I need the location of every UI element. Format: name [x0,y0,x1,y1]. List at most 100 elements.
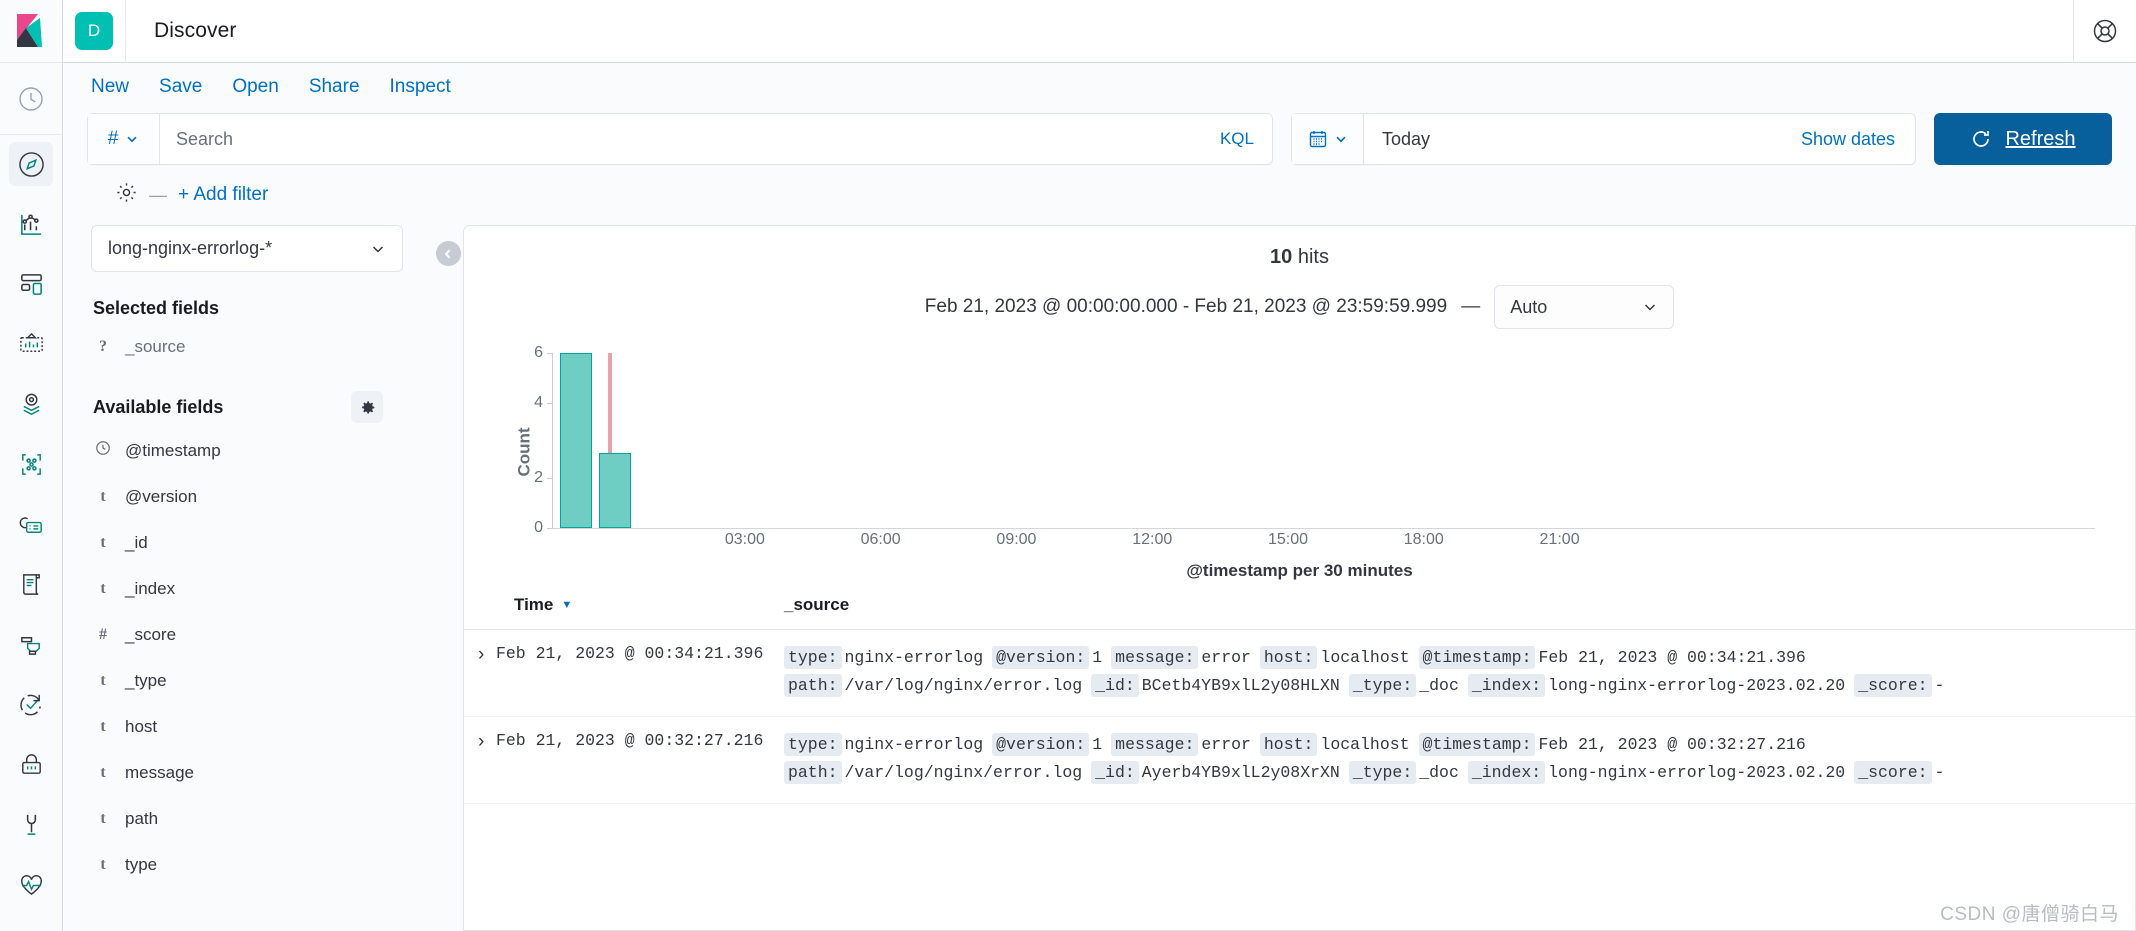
sidebar-item-uptime[interactable] [9,682,53,726]
field-key: _type: [1349,761,1416,784]
column-header-time[interactable]: Time ▼ [464,595,784,615]
date-picker: Today Show dates [1291,113,1916,165]
time-range-row: Feb 21, 2023 @ 00:00:00.000 - Feb 21, 20… [464,285,2135,329]
menu-item-inspect[interactable]: Inspect [390,76,451,98]
field-value: _doc [1419,676,1459,695]
field-item-path[interactable]: t path [91,800,409,837]
sidebar-item-metrics[interactable] [9,502,53,546]
menu-item-share[interactable]: Share [309,76,360,98]
field-key: @version: [992,733,1089,756]
field-value: Feb 21, 2023 @ 00:34:21.396 [1538,648,1805,667]
field-key: type: [784,733,842,756]
doc-table-wrapper: Time ▼ _source › Feb 21, 2023 @ 00:34:21… [464,581,2135,930]
table-row[interactable]: › Feb 21, 2023 @ 00:34:21.396 type:nginx… [464,630,2135,717]
show-dates-button[interactable]: Show dates [1781,129,1915,150]
sidebar-item-discover[interactable] [9,142,53,186]
source-line: type:nginx-errorlog@version:1message:err… [784,731,2135,759]
y-tick: 2 [534,469,553,487]
chart-area: Count 6 4 2 0 03:00 [504,347,2095,557]
sidebar-item-maps[interactable] [9,382,53,426]
menu-item-save[interactable]: Save [159,76,202,98]
query-prefix-button[interactable]: # [88,114,160,164]
query-language-button[interactable]: KQL [1202,129,1272,149]
field-sidebar: long-nginx-errorlog-* Selected fields ? … [63,225,433,931]
index-pattern-select[interactable]: long-nginx-errorlog-* [91,225,403,272]
field-item-index[interactable]: t _index [91,570,409,607]
field-key: @timestamp: [1419,733,1536,756]
date-range-value[interactable]: Today [1364,129,1781,150]
field-name: _id [125,533,148,553]
hits-count: 10 [1270,246,1292,268]
chevron-down-icon [1642,299,1658,315]
field-key: _id: [1091,761,1139,784]
sidebar-item-visualize[interactable] [9,202,53,246]
filter-separator: — [149,185,167,206]
sidebar-item-canvas[interactable] [9,322,53,366]
hash-icon: # [108,128,119,150]
field-item-type[interactable]: t type [91,846,409,883]
sidebar-item-recently-viewed[interactable] [0,63,63,135]
field-key: _index: [1468,674,1545,697]
sidebar-item-security[interactable] [9,742,53,786]
chevron-left-circle-icon[interactable] [436,241,461,266]
available-fields-heading: Available fields [93,391,383,423]
chevron-right-icon[interactable]: › [464,731,496,787]
row-source: type:nginx-errorlog@version:1message:err… [784,731,2135,787]
sidebar-item-machine-learning[interactable] [9,442,53,486]
menu-item-open[interactable]: Open [232,76,278,98]
field-value: error [1201,648,1251,667]
hits-label: hits [1298,246,1329,268]
field-type-icon: t [95,856,111,874]
chart-bar[interactable] [599,453,631,528]
histogram-chart: Count 6 4 2 0 03:00 [464,329,2135,581]
field-name: _source [125,337,185,357]
field-item-version[interactable]: t @version [91,478,409,515]
column-header-source[interactable]: _source [784,595,849,615]
sidebar-item-apm[interactable] [9,622,53,666]
field-item-timestamp[interactable]: @timestamp [91,432,409,469]
sidebar-item-dev-tools[interactable] [9,802,53,846]
field-item-message[interactable]: t message [91,754,409,791]
refresh-button[interactable]: Refresh [1934,113,2112,165]
add-filter-button[interactable]: + Add filter [178,184,268,206]
field-item-host[interactable]: t host [91,708,409,745]
kibana-logo-icon[interactable] [0,0,63,63]
sidebar-item-dashboard[interactable] [9,262,53,306]
range-dash: — [1461,296,1480,318]
field-value: localhost [1320,648,1409,667]
field-value: - [1935,676,1945,695]
page-title: Discover [126,19,236,43]
field-type-icon: t [95,534,111,552]
field-item-source[interactable]: ? _source [91,328,409,365]
y-tick: 6 [534,344,553,362]
index-pattern-value: long-nginx-errorlog-* [108,238,272,259]
chart-bar[interactable] [560,353,592,528]
sidebar-item-logs[interactable] [9,562,53,606]
selected-fields-title: Selected fields [93,298,219,319]
field-key: message: [1111,733,1198,756]
field-item-id[interactable]: t _id [91,524,409,561]
help-lifebuoy-icon[interactable] [2073,0,2136,63]
field-item-score[interactable]: # _score [91,616,409,653]
sidebar-item-stack-monitoring[interactable] [9,862,53,906]
sidebar-collapse-container [433,225,463,931]
search-input[interactable] [160,129,1202,150]
kibana-app: D Discover New Save Open Share Inspect [0,0,2136,931]
gear-icon[interactable] [351,391,383,423]
chevron-down-icon [1334,132,1348,146]
chart-plot: 6 4 2 0 [552,353,2095,529]
field-item-type-meta[interactable]: t _type [91,662,409,699]
filter-settings-gear-icon[interactable] [115,181,138,209]
interval-select[interactable]: Auto [1494,285,1674,329]
refresh-button-label: Refresh [2005,128,2075,151]
chevron-right-icon[interactable]: › [464,644,496,700]
source-line: type:nginx-errorlog@version:1message:err… [784,644,2135,672]
date-quick-select-button[interactable] [1292,114,1364,164]
discover-body: long-nginx-errorlog-* Selected fields ? … [63,225,2136,931]
field-type-icon: t [95,580,111,598]
field-value: localhost [1320,735,1409,754]
field-key: host: [1260,646,1318,669]
x-tick: 15:00 [1268,531,1308,549]
table-row[interactable]: › Feb 21, 2023 @ 00:32:27.216 type:nginx… [464,717,2135,804]
menu-item-new[interactable]: New [91,76,129,98]
